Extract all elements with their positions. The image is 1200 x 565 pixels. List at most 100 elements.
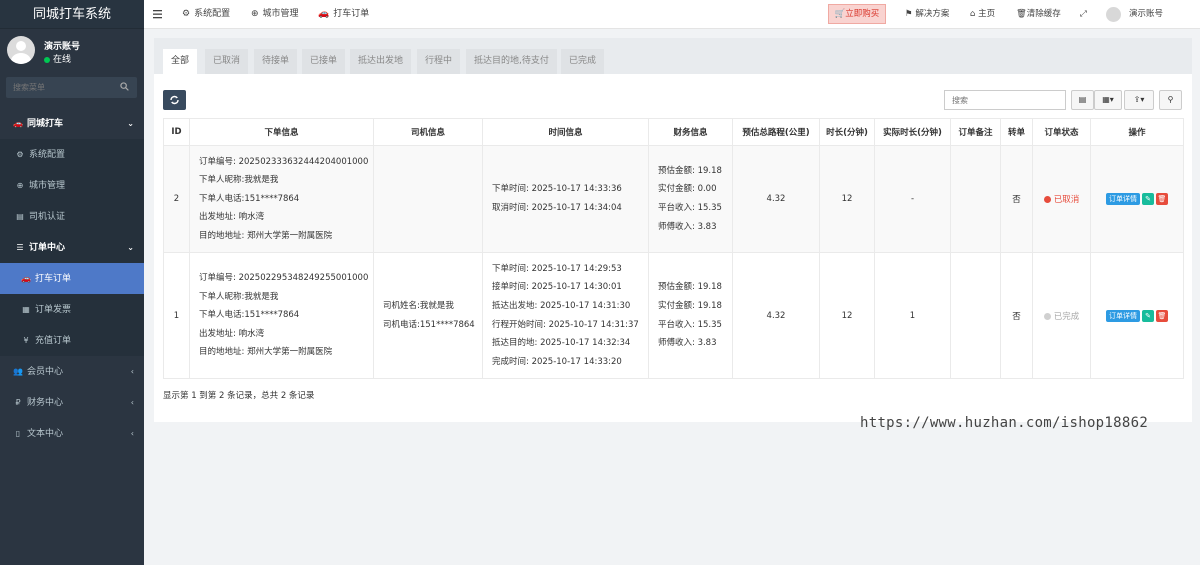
search-toggle-button[interactable]: ⚲ <box>1159 90 1182 110</box>
tab-pending[interactable]: 待接单 <box>254 49 298 74</box>
clear-cache-link[interactable]: 🗑清除缓存 <box>1016 0 1061 29</box>
status-badge: 已取消 <box>1043 193 1079 205</box>
sidebar: 同城打车系统 演示账号 在线 🚗同城打车⌄ ⚙系统配置 ⊕城市管理 ▤司机认证 … <box>0 0 144 565</box>
table-header-row: ID 下单信息 司机信息 时间信息 财务信息 预估总路程(公里) 时长(分钟) … <box>163 118 1184 146</box>
sidebar-item-taxi[interactable]: 🚗 同城打车 ⌄ <box>0 108 144 139</box>
export-button[interactable]: ⇪▾ <box>1124 90 1154 110</box>
gear-icon: ⚙ <box>182 9 191 19</box>
tab-completed[interactable]: 已完成 <box>561 49 605 74</box>
tab-in-trip[interactable]: 行程中 <box>417 49 461 74</box>
sidebar-item-text-center[interactable]: ▯ 文本中心 ‹ <box>0 418 144 449</box>
delete-button[interactable]: 🗑 <box>1156 309 1168 322</box>
cell-status: 已完成 <box>1032 252 1091 379</box>
grid-icon: ▦▾ <box>1102 95 1114 104</box>
cell-actions: 订单详情 ✎ 🗑 <box>1090 145 1184 253</box>
nav-tab-system-config[interactable]: ⚙ 系统配置 <box>182 0 230 29</box>
buy-now-button[interactable]: 🛒立即购买 <box>828 4 886 24</box>
tab-all[interactable]: 全部 <box>163 49 198 74</box>
cell-order-info: 订单编号: 202502333632444204001000 下单人昵称:我就是我… <box>189 145 374 253</box>
delete-button[interactable]: 🗑 <box>1156 193 1168 205</box>
export-icon: ⇪▾ <box>1133 95 1145 104</box>
cell-actual-duration: 1 <box>874 252 951 379</box>
col-id[interactable]: ID <box>163 118 190 146</box>
cell-id: 2 <box>163 145 190 253</box>
table-row: 1 订单编号: 202502295348249255001000 下单人昵称:我就… <box>163 252 1184 379</box>
cell-remark <box>950 145 1001 253</box>
edit-button[interactable]: ✎ <box>1142 309 1154 322</box>
menu-search <box>6 77 137 98</box>
cell-driver-info <box>373 145 483 253</box>
col-order-info: 下单信息 <box>189 118 374 146</box>
fullscreen-icon[interactable]: ⤢ <box>1080 0 1087 29</box>
nav-tab-city-manage[interactable]: ⊕ 城市管理 <box>251 0 299 29</box>
nav-tab-taxi-order[interactable]: 🚗 打车订单 <box>318 0 369 29</box>
cell-transfer: 否 <box>1000 252 1033 379</box>
cell-finance-info: 预估金额: 19.18 实付金额: 19.18 平台收入: 15.35 师傅收入: 3… <box>648 252 733 379</box>
cell-actions: 订单详情 ✎ 🗑 <box>1090 252 1184 379</box>
table-search-input[interactable] <box>944 90 1066 110</box>
menu-toggle-icon[interactable] <box>153 8 163 20</box>
sidebar-item-order-center[interactable]: ☰ 订单中心 ⌄ <box>0 232 144 263</box>
sidebar-item-recharge-order[interactable]: ¥ 充值订单 <box>0 325 144 356</box>
watermark-url: https://www.huzhan.com/ishop18862 <box>860 415 1149 431</box>
sidebar-menu: 🚗 同城打车 ⌄ ⚙ 系统配置 ⊕ 城市管理 ▤ 司机认证 ☰ 订单中心 ⌄ 🚗 打车订单 ▦ 订… <box>0 108 144 449</box>
cell-order-info: 订单编号: 202502295348249255001000 下单人昵称:我就是我… <box>189 252 374 379</box>
sidebar-item-system-config[interactable]: ⚙ 系统配置 <box>0 139 144 170</box>
table-icon: ▤ <box>1078 95 1087 104</box>
tab-cancelled[interactable]: 已取消 <box>205 49 249 74</box>
list-icon: ☰ <box>16 243 24 252</box>
home-icon: ⌂ <box>970 9 979 19</box>
cell-duration: 12 <box>819 252 875 379</box>
cell-driver-info: 司机姓名:我就是我 司机电话:151****7864 <box>373 252 483 379</box>
sidebar-item-city-manage[interactable]: ⊕ 城市管理 <box>0 170 144 201</box>
sidebar-item-driver-auth[interactable]: ▤ 司机认证 <box>0 201 144 232</box>
account-avatar[interactable] <box>1106 7 1121 22</box>
cell-status: 已取消 <box>1032 145 1091 253</box>
chevron-down-icon: ⌄ <box>127 119 134 128</box>
col-finance-info: 财务信息 <box>648 118 733 146</box>
col-transfer: 转单 <box>1000 118 1033 146</box>
tab-arrived-unpaid[interactable]: 抵达目的地,待支付 <box>466 49 557 74</box>
cell-distance: 4.32 <box>732 145 820 253</box>
col-driver-info: 司机信息 <box>373 118 483 146</box>
solution-link[interactable]: ⚑ 解决方案 <box>905 0 949 29</box>
col-remark: 订单备注 <box>950 118 1001 146</box>
chevron-down-icon: ⌄ <box>127 243 134 252</box>
users-icon: 👥 <box>13 367 23 376</box>
order-panel: 全部 已取消 待接单 已接单 抵达出发地 行程中 抵达目的地,待支付 已完成 ▤… <box>154 38 1192 422</box>
order-detail-button[interactable]: 订单详情 <box>1106 309 1140 322</box>
col-status: 订单状态 <box>1032 118 1091 146</box>
user-status: 在线 <box>44 52 71 65</box>
refresh-button[interactable] <box>163 90 186 110</box>
status-tabs: 全部 已取消 待接单 已接单 抵达出发地 行程中 抵达目的地,待支付 已完成 <box>154 38 1192 74</box>
avatar <box>7 36 35 64</box>
tab-accepted[interactable]: 已接单 <box>302 49 346 74</box>
sidebar-item-order-invoice[interactable]: ▦ 订单发票 <box>0 294 144 325</box>
col-distance: 预估总路程(公里) <box>732 118 820 146</box>
home-link[interactable]: ⌂ 主页 <box>970 0 995 29</box>
toggle-view-button[interactable]: ▤ <box>1071 90 1094 110</box>
search-icon[interactable] <box>120 82 129 91</box>
cell-time-info: 下单时间: 2025-10-17 14:33:36 取消时间: 2025-10-1… <box>482 145 649 253</box>
file-icon: ▯ <box>15 429 21 438</box>
menu-search-input[interactable] <box>6 77 116 98</box>
cart-icon: 🛒 <box>834 9 846 19</box>
cell-remark <box>950 252 1001 379</box>
col-actual-duration: 实际时长(分钟) <box>874 118 951 146</box>
refresh-icon <box>170 95 179 105</box>
cell-finance-info: 预估金额: 19.18 实付金额: 0.00 平台收入: 15.35 师傅收入: 3.… <box>648 145 733 253</box>
chevron-left-icon: ‹ <box>130 398 134 407</box>
sidebar-item-member-center[interactable]: 👥 会员中心 ‹ <box>0 356 144 387</box>
account-name[interactable]: 演示账号 <box>1129 0 1163 29</box>
cell-time-info: 下单时间: 2025-10-17 14:29:53 接单时间: 2025-10-1… <box>482 252 649 379</box>
tab-arrived-start[interactable]: 抵达出发地 <box>350 49 412 74</box>
edit-button[interactable]: ✎ <box>1142 193 1154 205</box>
order-detail-button[interactable]: 订单详情 <box>1106 193 1140 205</box>
trash-icon: 🗑 <box>1157 195 1167 203</box>
sidebar-item-finance-center[interactable]: ₽ 财务中心 ‹ <box>0 387 144 418</box>
cell-duration: 12 <box>819 145 875 253</box>
trash-icon: 🗑 <box>1157 311 1167 320</box>
sidebar-item-taxi-order[interactable]: 🚗 打车订单 <box>0 263 144 294</box>
col-actions: 操作 <box>1090 118 1184 146</box>
columns-button[interactable]: ▦▾ <box>1094 90 1122 110</box>
